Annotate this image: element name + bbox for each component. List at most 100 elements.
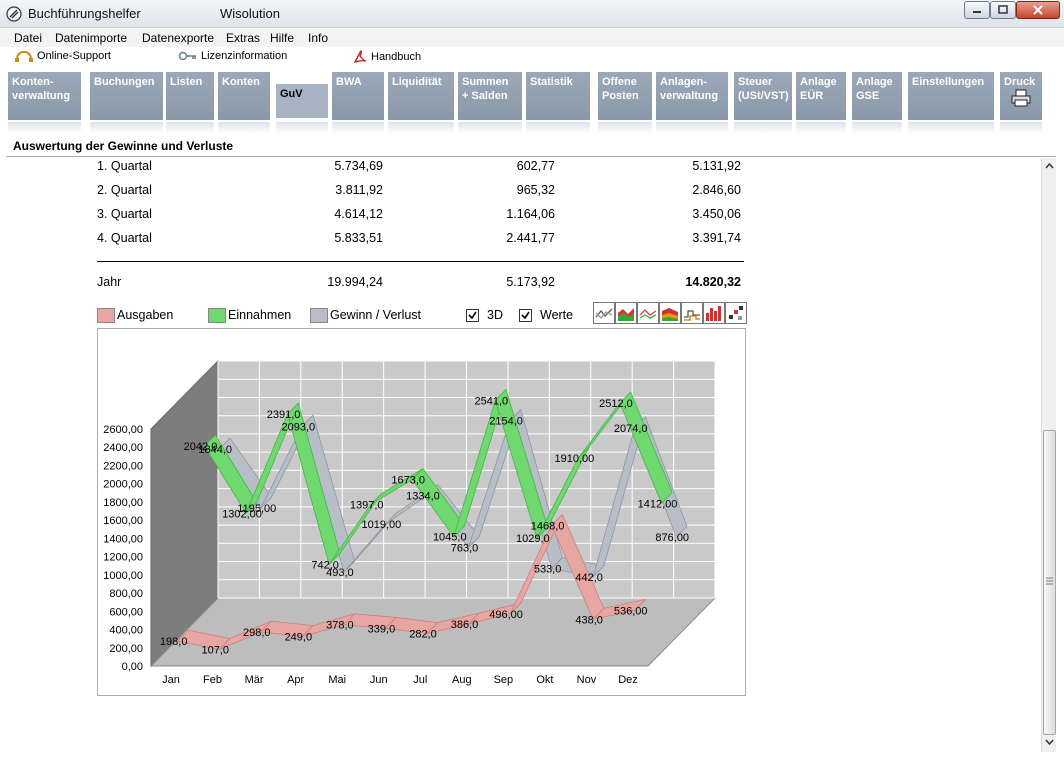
3d-checkbox[interactable]	[466, 308, 479, 322]
data-label: 2391,0	[267, 409, 301, 421]
tab-konten[interactable]: Konten	[218, 72, 270, 120]
y-tick-label: 1200,00	[103, 552, 143, 564]
option-values[interactable]: Werte	[519, 307, 573, 323]
data-label: 1844,0	[198, 444, 232, 456]
x-tick-label: Jan	[162, 674, 180, 686]
scroll-thumb[interactable]	[1043, 430, 1056, 735]
main-tab-bar: Konten-verwaltung Buchungen Listen Konten Gu…	[8, 70, 1056, 134]
tab-label: Listen	[170, 76, 203, 88]
year-total-row: Jahr 19.994,24 5.173,92 14.820,32	[97, 275, 747, 295]
close-button[interactable]	[1016, 1, 1060, 19]
license-info-link[interactable]: Lizenzinformation	[178, 50, 287, 62]
menu-datenimporte[interactable]: Datenimporte	[55, 31, 127, 45]
maximize-button[interactable]	[990, 1, 1016, 19]
tab-guv[interactable]: GuV	[276, 84, 328, 118]
y-tick-label: 1800,00	[103, 497, 143, 509]
values-checkbox[interactable]	[519, 308, 532, 322]
line-chart-2-button[interactable]	[637, 302, 659, 324]
scatter-chart-icon	[729, 306, 743, 320]
area-chart-button[interactable]	[615, 302, 637, 324]
menu-info[interactable]: Info	[308, 31, 328, 45]
x-tick-label: Nov	[577, 674, 597, 686]
menu-extras[interactable]: Extras	[226, 31, 260, 45]
step-chart-icon	[684, 310, 700, 321]
link-toolbar: Online-Support Lizenzinformation Handbuc…	[0, 47, 1064, 67]
app-title: Buchführungshelfer	[28, 6, 141, 21]
data-label: 2541,0	[474, 395, 508, 407]
data-label: 107,0	[201, 644, 229, 656]
vertical-scrollbar[interactable]	[1041, 158, 1056, 752]
y-tick-label: 0,00	[122, 661, 143, 673]
year-profit-value: 14.820,32	[685, 275, 741, 289]
option-values-label: Werte	[540, 308, 574, 322]
manual-link[interactable]: Handbuch	[352, 50, 421, 64]
tab-label: Steuer	[738, 76, 773, 88]
check-icon	[468, 311, 477, 319]
tab-listen[interactable]: Listen	[166, 72, 214, 120]
tab-reflection	[218, 122, 270, 134]
year-expense-value: 5.173,92	[506, 275, 555, 289]
step-chart-button[interactable]	[681, 302, 703, 324]
tab-einstellungen[interactable]: Einstellungen	[908, 72, 994, 120]
tab-buchungen[interactable]: Buchungen	[90, 72, 163, 120]
tab-label: Druck	[1004, 76, 1036, 88]
tab-anlage-eur[interactable]: Anlage EÜR	[796, 72, 846, 120]
data-label: 2154,0	[489, 416, 523, 428]
tab-kontenverwaltung[interactable]: Konten-verwaltung	[8, 72, 81, 120]
tab-druck[interactable]: Druck	[1000, 72, 1042, 120]
tab-label-line2: GSE	[856, 90, 880, 102]
tab-summen-salden[interactable]: Summen + Salden	[458, 72, 522, 120]
scroll-up-icon[interactable]	[1043, 160, 1056, 172]
tab-reflection	[1000, 122, 1042, 134]
scatter-chart-button[interactable]	[725, 302, 747, 324]
tab-steuer[interactable]: Steuer (USt/VST)	[734, 72, 792, 120]
quarter-label: 2. Quartal	[97, 183, 152, 197]
line-chart-button[interactable]	[593, 302, 615, 324]
data-label: 386,0	[451, 619, 479, 631]
data-label: 1673,0	[391, 474, 425, 486]
tab-statistik[interactable]: Statistik	[526, 72, 590, 120]
x-tick-label: Mär	[245, 674, 264, 686]
x-tick-label: Apr	[287, 674, 304, 686]
data-label: 1397,0	[350, 500, 384, 512]
tab-label-line2: + Salden	[462, 90, 508, 102]
data-label: 1910,00	[555, 453, 595, 465]
bar-chart-button[interactable]	[703, 302, 725, 324]
online-support-link[interactable]: Online-Support	[14, 50, 111, 62]
tab-reflection	[908, 122, 994, 134]
stacked-area-button[interactable]	[659, 302, 681, 324]
option-3d[interactable]: 3D	[466, 307, 503, 323]
tab-label: Anlage	[856, 76, 893, 88]
line-chart-icon	[595, 308, 613, 319]
menu-hilfe[interactable]: Hilfe	[270, 31, 294, 45]
tab-anlage-gse[interactable]: Anlage GSE	[852, 72, 902, 120]
tab-anlagenverwaltung[interactable]: Anlagen-verwaltung	[656, 72, 728, 120]
tab-liquiditaet[interactable]: Liquidität	[388, 72, 454, 120]
tab-label-line2: verwaltung	[660, 90, 719, 102]
scroll-down-icon[interactable]	[1043, 736, 1056, 748]
manual-label: Handbuch	[371, 51, 422, 63]
expense-value: 965,32	[516, 183, 555, 197]
x-tick-label: Feb	[203, 674, 222, 686]
quarter-row: 3. Quartal 4.614,12 1.164,06 3.450,06	[97, 207, 747, 227]
data-label: 496,00	[489, 609, 523, 621]
menu-datei[interactable]: Datei	[14, 31, 42, 45]
income-value: 3.811,92	[335, 183, 383, 197]
x-tick-label: Jul	[413, 674, 427, 686]
minimize-button[interactable]	[964, 1, 990, 19]
year-label: Jahr	[97, 275, 122, 289]
data-label: 1029,0	[516, 533, 550, 545]
tab-label: Anlagen-	[660, 76, 708, 88]
section-title: Auswertung der Gewinne und Verluste	[13, 139, 234, 153]
data-label: 533,0	[534, 563, 562, 575]
menu-datenexporte[interactable]: Datenexporte	[142, 31, 214, 45]
tab-label: BWA	[336, 76, 362, 88]
tab-reflection	[852, 122, 902, 134]
tab-bwa[interactable]: BWA	[332, 72, 384, 120]
y-tick-label: 1000,00	[103, 570, 143, 582]
tab-offene-posten[interactable]: Offene Posten	[598, 72, 652, 120]
income-swatch	[208, 307, 226, 323]
quarter-row: 4. Quartal 5.833,51 2.441,77 3.391,74	[97, 231, 747, 251]
profit-value: 5.131,92	[692, 159, 741, 173]
maximize-icon	[998, 5, 1008, 14]
